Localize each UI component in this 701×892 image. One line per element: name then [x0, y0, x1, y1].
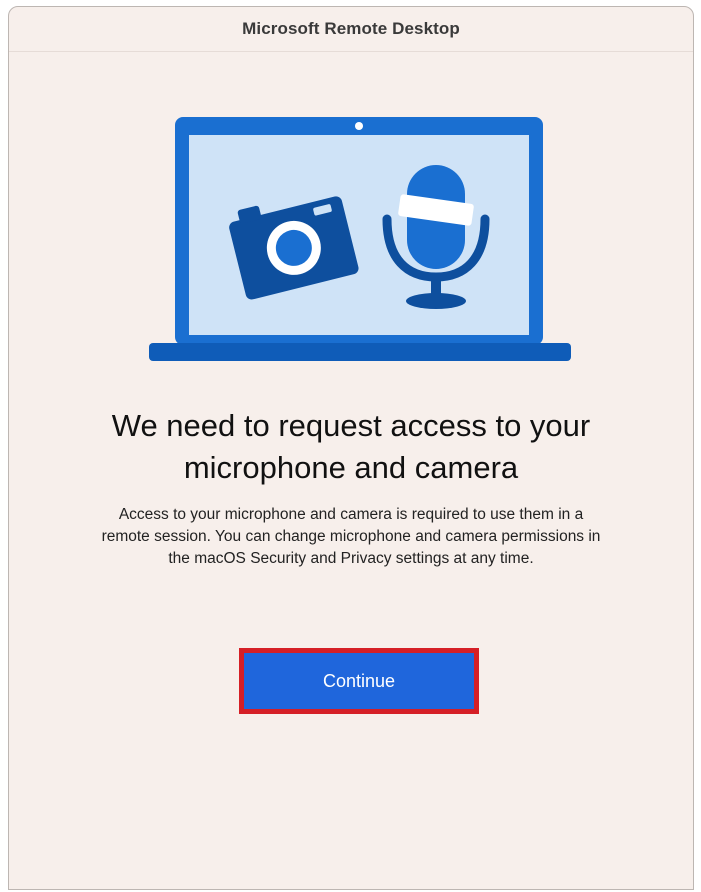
laptop-icon: [149, 117, 571, 361]
page-headline: We need to request access to your microp…: [111, 408, 591, 485]
title-bar[interactable]: Microsoft Remote Desktop: [9, 7, 693, 52]
laptop-illustration: [149, 117, 571, 361]
continue-button[interactable]: Continue: [239, 648, 479, 714]
window-title: Microsoft Remote Desktop: [242, 19, 460, 38]
app-window: Microsoft Remote Desktop We need to requ…: [8, 6, 694, 890]
permission-description: Access to your microphone and camera is …: [101, 506, 601, 567]
